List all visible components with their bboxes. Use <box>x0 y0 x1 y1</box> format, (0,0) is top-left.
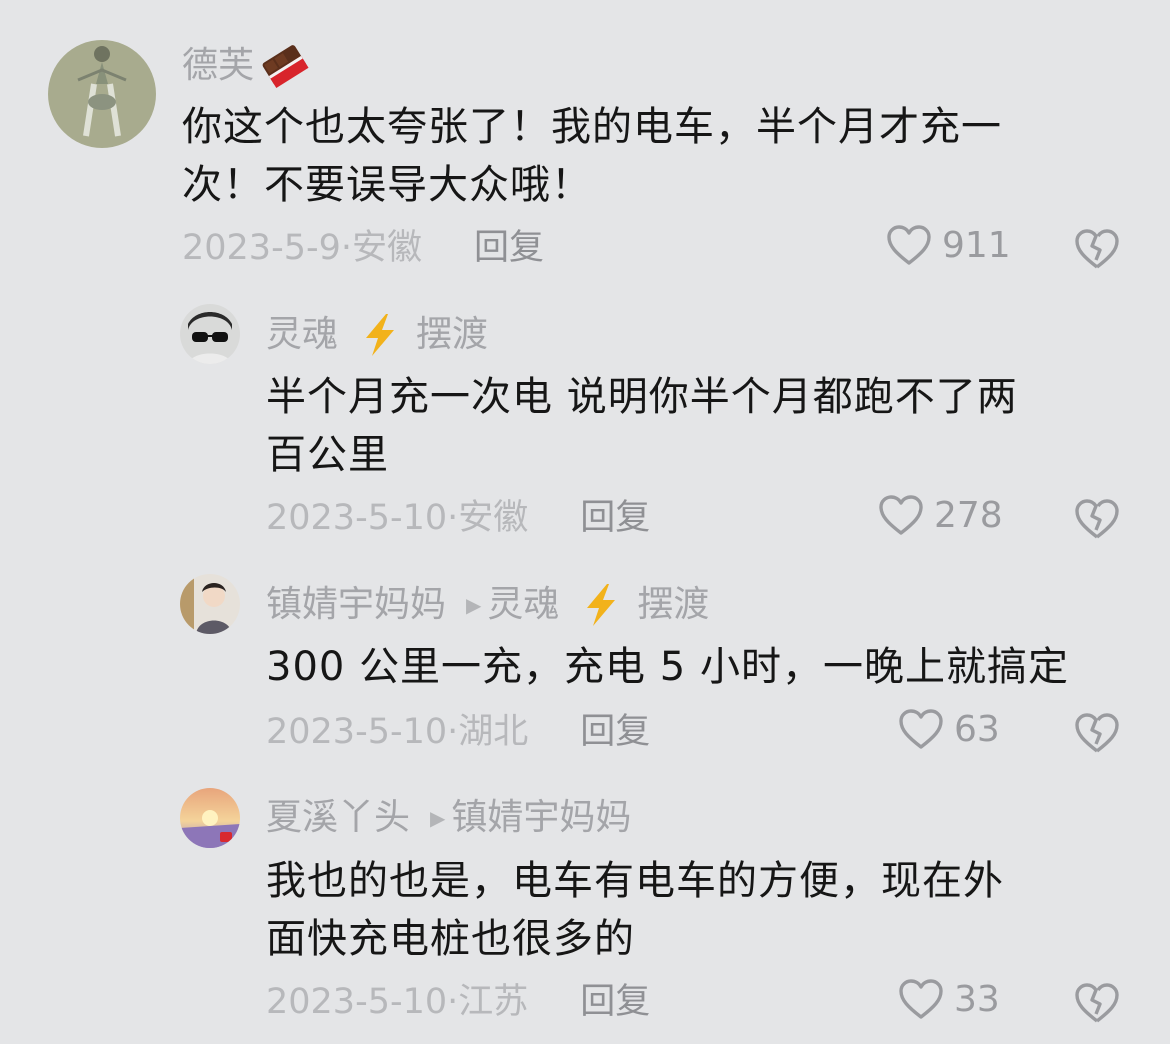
username-row: 德芙 <box>182 44 310 88</box>
username-row: 镇婧宇妈妈 ▶ 灵魂 摆渡 <box>266 582 709 628</box>
like-count: 63 <box>954 708 1000 750</box>
chocolate-bar-emoji <box>260 44 310 88</box>
comment-date: 2023-5-9 <box>182 228 341 268</box>
play-triangle-icon: ▶ <box>430 806 446 830</box>
avatar[interactable] <box>180 788 240 848</box>
username[interactable]: 镇婧宇妈妈 <box>266 583 446 627</box>
dislike-button[interactable] <box>1074 980 1120 1024</box>
lightning-bolt-emoji <box>360 312 400 358</box>
comment-meta: 2023-5-10 · 江苏 回复 <box>266 980 650 1024</box>
comment-location: 安徽 <box>352 228 423 268</box>
play-triangle-icon: ▶ <box>466 593 482 617</box>
comment-text: 我也的也是，电车有电车的方便，现在外 面快充电桩也很多的 <box>266 852 1004 968</box>
date-separator: · <box>447 712 459 752</box>
date-separator: · <box>447 982 459 1022</box>
broken-heart-icon <box>1075 983 1119 1023</box>
username-row: 灵魂 摆渡 <box>266 312 488 358</box>
comment-text: 300 公里一充，充电 5 小时，一晚上就搞定 <box>266 638 1069 696</box>
reply-to-suffix: 摆渡 <box>637 584 710 625</box>
comment-meta: 2023-5-10 · 湖北 回复 <box>266 710 650 754</box>
comment-text-line: 我也的也是，电车有电车的方便，现在外 <box>266 858 1004 904</box>
comment-text-line: 300 公里一充，充电 5 小时，一晚上就搞定 <box>266 644 1069 690</box>
lightning-bolt-emoji <box>581 582 621 628</box>
heart-icon <box>898 708 944 750</box>
like-count: 911 <box>942 224 1011 266</box>
reply-button[interactable]: 回复 <box>474 226 544 270</box>
comment-date: 2023-5-10 <box>266 982 448 1022</box>
heart-icon <box>898 978 944 1020</box>
date-separator: · <box>447 498 459 538</box>
username[interactable]: 夏溪丫头 <box>266 796 410 840</box>
like-button[interactable]: 33 <box>898 978 1000 1020</box>
heart-icon <box>878 494 924 536</box>
like-count: 278 <box>934 494 1003 536</box>
dislike-button[interactable] <box>1074 710 1120 754</box>
avatar[interactable] <box>180 574 240 634</box>
comment-text-line: 你这个也太夸张了！我的电车，半个月才充一 <box>182 104 1002 150</box>
heart-icon <box>886 224 932 266</box>
like-count: 33 <box>954 978 1000 1020</box>
comment-location: 江苏 <box>458 982 529 1022</box>
username[interactable]: 德芙 <box>182 44 254 88</box>
like-button[interactable]: 278 <box>878 494 1003 536</box>
reply-button[interactable]: 回复 <box>580 980 650 1024</box>
username-row: 夏溪丫头 ▶ 镇婧宇妈妈 <box>266 796 631 840</box>
broken-heart-icon <box>1075 713 1119 753</box>
broken-heart-icon <box>1075 499 1119 539</box>
like-button[interactable]: 63 <box>898 708 1000 750</box>
comment-location: 安徽 <box>458 498 529 538</box>
comment-text-line: 半个月充一次电 说明你半个月都跑不了两 <box>266 374 1018 420</box>
reply-button[interactable]: 回复 <box>580 710 650 754</box>
comment-text-line: 次！不要误导大众哦！ <box>182 162 592 208</box>
reply-button[interactable]: 回复 <box>580 496 650 540</box>
reply-to-username[interactable]: 镇婧宇妈妈 <box>451 796 631 840</box>
comment-date: 2023-5-10 <box>266 498 448 538</box>
comment-location: 湖北 <box>458 712 529 752</box>
broken-heart-icon <box>1075 229 1119 269</box>
dislike-button[interactable] <box>1074 226 1120 270</box>
reply-to-username[interactable]: 灵魂 <box>487 583 559 627</box>
comment-text: 你这个也太夸张了！我的电车，半个月才充一 次！不要误导大众哦！ <box>182 98 1002 214</box>
avatar[interactable] <box>180 304 240 364</box>
comment-text-line: 面快充电桩也很多的 <box>266 916 635 962</box>
username-suffix: 摆渡 <box>416 314 489 355</box>
username[interactable]: 灵魂 <box>266 313 338 357</box>
date-separator: · <box>340 228 353 268</box>
comment-text: 半个月充一次电 说明你半个月都跑不了两 百公里 <box>266 368 1018 484</box>
like-button[interactable]: 911 <box>886 224 1011 266</box>
comment-text-line: 百公里 <box>266 432 389 478</box>
comment-meta: 2023-5-9 · 安徽 回复 <box>182 226 544 270</box>
avatar[interactable] <box>48 40 156 148</box>
comment-date: 2023-5-10 <box>266 712 448 752</box>
dislike-button[interactable] <box>1074 496 1120 540</box>
comment-meta: 2023-5-10 · 安徽 回复 <box>266 496 650 540</box>
